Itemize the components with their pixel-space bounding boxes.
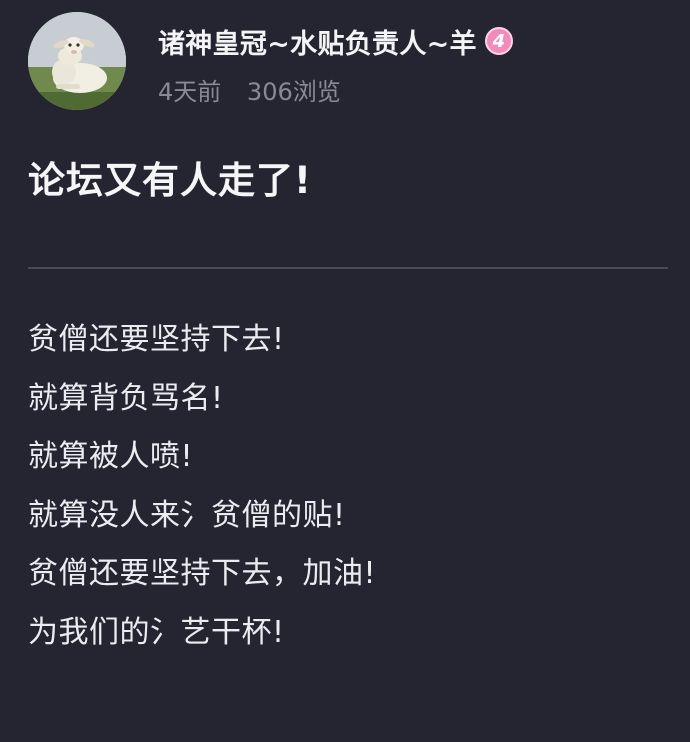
post-meta: 4天前 306浏览 <box>158 72 341 107</box>
view-count: 306浏览 <box>246 78 341 106</box>
post-body: 贫僧还要坚持下去! 就算背负骂名! 就算被人喷! 就算没人来氵贫僧的贴! 贫僧还… <box>28 311 668 662</box>
post-title: 论坛又有人走了! <box>28 159 312 202</box>
body-line: 贫僧还要坚持下去! <box>28 322 285 357</box>
body-line: 就算被人喷! <box>28 439 194 474</box>
body-line: 就算没人来氵贫僧的贴! <box>28 497 346 533</box>
author-row: 诸神皇冠~水贴负责人~羊 4 <box>158 22 513 61</box>
level-badge: 4 <box>484 27 513 55</box>
author-name[interactable]: 诸神皇冠~水贴负责人~羊 <box>158 22 477 61</box>
post-header: 诸神皇冠~水贴负责人~羊 4 4天前 306浏览 <box>28 12 668 112</box>
body-line: 为我们的氵艺干杯! <box>28 614 285 650</box>
divider <box>28 267 668 269</box>
body-line: 就算背负骂名! <box>28 380 224 416</box>
lamb-icon <box>28 12 126 110</box>
post-time: 4天前 <box>158 78 222 106</box>
author-avatar[interactable] <box>28 12 126 110</box>
body-line: 贫僧还要坚持下去，加油! <box>28 556 377 591</box>
